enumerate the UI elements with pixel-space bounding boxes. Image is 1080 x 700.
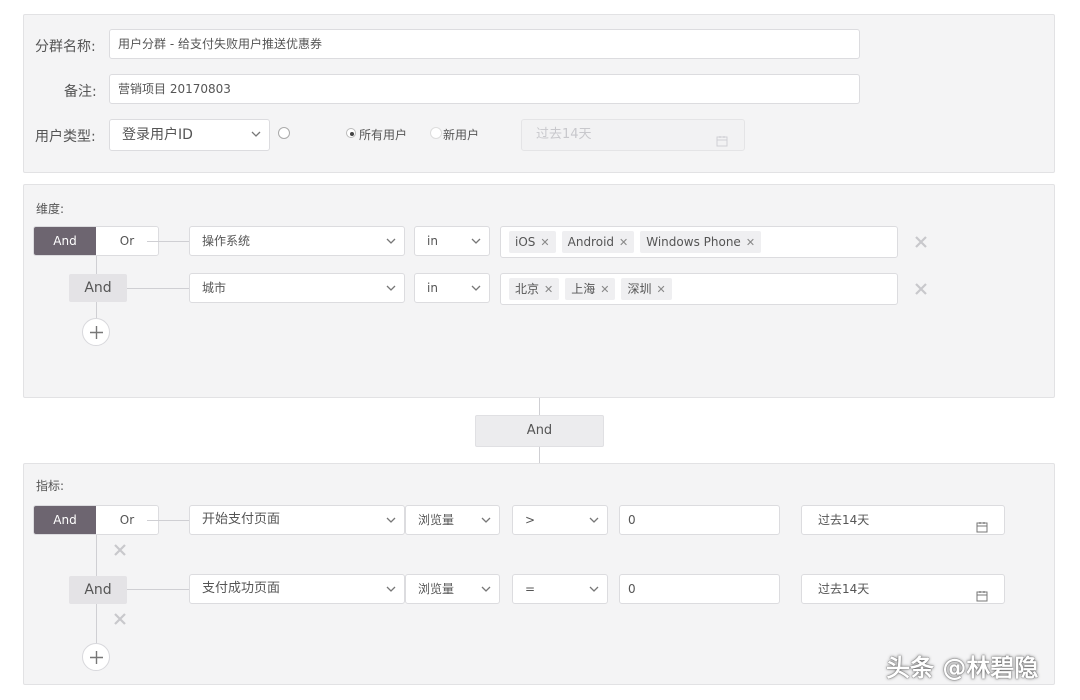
- chevron-down-icon: [589, 584, 599, 594]
- remove-tag-icon[interactable]: ✕: [619, 236, 628, 249]
- value-tag: 上海 ✕: [565, 278, 616, 300]
- metric-operator-value: >: [525, 513, 536, 527]
- connector-line: [127, 589, 189, 590]
- metric-operator-value: =: [525, 582, 536, 596]
- metric-time-range-value: 过去14天: [818, 513, 870, 527]
- remove-tag-icon[interactable]: ✕: [544, 283, 553, 296]
- remove-tag-icon[interactable]: ✕: [656, 283, 665, 296]
- metric-time-range[interactable]: 过去14天: [801, 505, 1005, 535]
- metric-time-range-value: 过去14天: [818, 582, 870, 596]
- user-type-value: 登录用户ID: [122, 127, 193, 143]
- tag-label: iOS: [515, 235, 536, 249]
- calendar-icon: [716, 129, 728, 147]
- watermark-text: 头条 @林碧隐: [886, 654, 1039, 682]
- delete-metric-icon[interactable]: [113, 612, 127, 626]
- delete-row-icon[interactable]: [914, 235, 928, 249]
- chevron-down-icon: [471, 283, 481, 293]
- connector-line: [147, 241, 190, 242]
- metric-time-range[interactable]: 过去14天: [801, 574, 1005, 604]
- metric-measure-select[interactable]: 浏览量: [405, 574, 500, 604]
- dimension-operator-value: in: [427, 234, 438, 248]
- metric-operator-select[interactable]: =: [512, 574, 608, 604]
- metric-value-input[interactable]: 0: [619, 574, 780, 604]
- group-name-input[interactable]: 用户分群 - 给支付失败用户推送优惠券: [109, 29, 860, 59]
- metrics-and-button[interactable]: And: [34, 506, 96, 534]
- group-name-label: 分群名称:: [35, 39, 96, 55]
- user-type-label: 用户类型:: [35, 129, 96, 145]
- dimensions-and-or-toggle[interactable]: And Or: [33, 226, 159, 256]
- metric-measure-select[interactable]: 浏览量: [405, 505, 500, 535]
- remove-tag-icon[interactable]: ✕: [540, 236, 549, 249]
- remark-input[interactable]: 营销项目 20170803: [109, 74, 860, 104]
- metric-operator-select[interactable]: >: [512, 505, 608, 535]
- remove-tag-icon[interactable]: ✕: [600, 283, 609, 296]
- new-users-label: 新用户: [443, 128, 480, 142]
- add-dimension-button[interactable]: [82, 318, 110, 346]
- new-users-radio[interactable]: [430, 127, 442, 139]
- time-range-disabled: 过去14天: [521, 119, 745, 151]
- chevron-down-icon: [386, 584, 396, 594]
- tag-label: 北京: [515, 282, 540, 296]
- chevron-down-icon: [481, 515, 491, 525]
- metric-page-select[interactable]: 开始支付页面: [189, 505, 405, 535]
- remark-label: 备注:: [64, 84, 97, 100]
- connector-line: [539, 398, 540, 415]
- dimension-field-value: 操作系统: [202, 234, 251, 248]
- dimensions-and-button[interactable]: And: [34, 227, 96, 255]
- dimension-values-input[interactable]: 北京 ✕ 上海 ✕ 深圳 ✕: [500, 273, 898, 305]
- remove-tag-icon[interactable]: ✕: [746, 236, 755, 249]
- metric-page-select[interactable]: 支付成功页面: [189, 574, 405, 604]
- time-range-disabled-text: 过去14天: [536, 127, 592, 142]
- dimension-field-select[interactable]: 城市: [189, 273, 405, 303]
- tag-label: 深圳: [627, 282, 652, 296]
- dimension-values-input[interactable]: iOS ✕ Android ✕ Windows Phone ✕: [500, 226, 898, 258]
- chevron-down-icon: [386, 236, 396, 246]
- tag-label: Android: [567, 235, 615, 249]
- all-users-label: 所有用户: [359, 128, 408, 142]
- metrics-title: 指标:: [36, 479, 65, 493]
- user-type-radio[interactable]: [278, 127, 290, 139]
- delete-row-icon[interactable]: [914, 282, 928, 296]
- value-tag: iOS ✕: [509, 231, 556, 253]
- connector-line: [127, 288, 189, 289]
- group-connector-and[interactable]: And: [475, 415, 604, 447]
- dimension-row-connector[interactable]: And: [69, 274, 127, 302]
- connector-line: [539, 447, 540, 463]
- chevron-down-icon: [589, 515, 599, 525]
- value-tag: Android ✕: [561, 231, 635, 253]
- metric-measure-value: 浏览量: [418, 582, 455, 596]
- dimension-operator-select[interactable]: in: [414, 273, 490, 303]
- metric-value-input[interactable]: 0: [619, 505, 780, 535]
- metric-row-connector[interactable]: And: [69, 576, 127, 604]
- tag-label: Windows Phone: [646, 235, 741, 249]
- chevron-down-icon: [471, 236, 481, 246]
- dimensions-title: 维度:: [36, 202, 65, 216]
- chevron-down-icon: [481, 584, 491, 594]
- connector-line: [147, 520, 190, 521]
- value-tag: 深圳 ✕: [621, 278, 672, 300]
- value-tag: 北京 ✕: [509, 278, 560, 300]
- dimension-operator-value: in: [427, 281, 438, 295]
- metric-page-value: 支付成功页面: [202, 581, 281, 596]
- calendar-icon: [976, 584, 988, 602]
- all-users-radio[interactable]: [346, 128, 356, 138]
- dimension-field-select[interactable]: 操作系统: [189, 226, 405, 256]
- dimension-field-value: 城市: [202, 281, 227, 295]
- chevron-down-icon: [251, 129, 261, 139]
- tag-label: 上海: [571, 282, 596, 296]
- delete-metric-icon[interactable]: [113, 543, 127, 557]
- metric-page-value: 开始支付页面: [202, 512, 281, 527]
- metric-measure-value: 浏览量: [418, 513, 455, 527]
- add-metric-button[interactable]: [82, 643, 110, 671]
- calendar-icon: [976, 515, 988, 533]
- value-tag: Windows Phone ✕: [640, 231, 762, 253]
- chevron-down-icon: [386, 283, 396, 293]
- chevron-down-icon: [386, 515, 396, 525]
- dimension-operator-select[interactable]: in: [414, 226, 490, 256]
- metrics-and-or-toggle[interactable]: And Or: [33, 505, 159, 535]
- user-type-select[interactable]: 登录用户ID: [109, 119, 270, 151]
